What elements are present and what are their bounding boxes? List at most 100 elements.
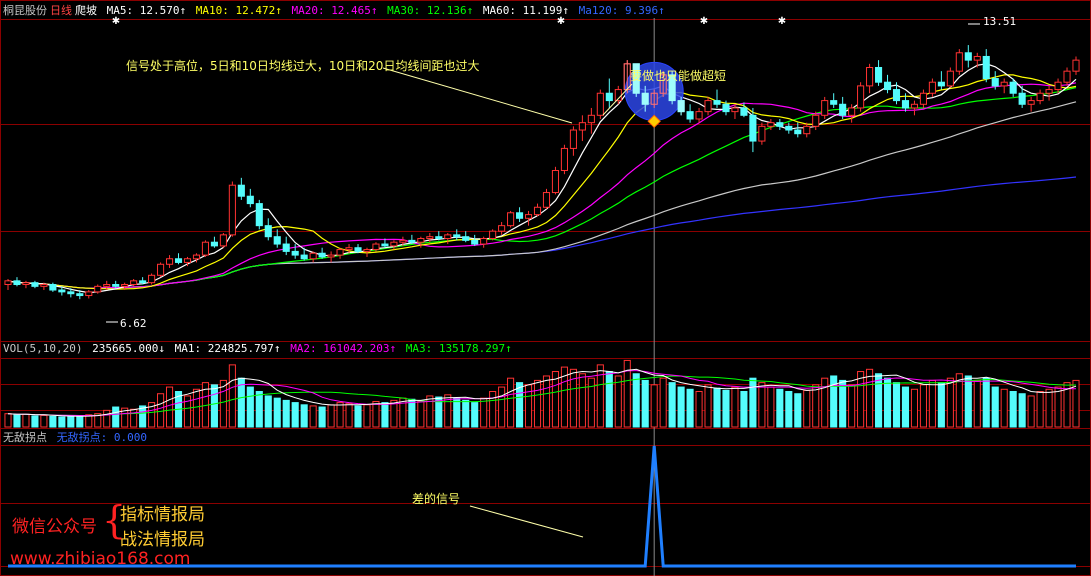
ma20-line (7, 82, 1077, 289)
volume-bar (650, 384, 658, 428)
annotation-leader-line (469, 505, 584, 538)
candle-body (183, 258, 192, 263)
candle-body (857, 85, 865, 109)
volume-bar (883, 377, 892, 428)
candle-body (524, 214, 533, 219)
volume-bar (749, 377, 757, 428)
volume-bar (480, 397, 488, 428)
candle-body (49, 284, 57, 291)
candle-body (776, 122, 784, 127)
volume-bar (103, 409, 111, 428)
volume-bar (946, 377, 954, 428)
volume-bar (345, 403, 353, 428)
candle-body (641, 92, 649, 105)
candle-body (533, 206, 542, 216)
watermark-url[interactable]: www.zhibiao168.com (10, 549, 190, 569)
period-label[interactable]: 日线 (50, 4, 72, 17)
volume-bar (76, 416, 84, 428)
volume-bar (309, 405, 317, 428)
stock-chart[interactable]: ✱ ✱ ✱ ✱ (0, 0, 1091, 576)
watermark-wechat-label: 微信公众号 (12, 517, 97, 537)
volume-bar (336, 402, 344, 428)
candle-body (399, 239, 407, 243)
candle-body (489, 230, 497, 240)
candle-body (695, 111, 703, 120)
candle-body (22, 282, 30, 286)
volume-bar (246, 386, 254, 428)
volume-bar (578, 373, 586, 428)
volume-bar (4, 413, 12, 428)
volume-bar (408, 398, 416, 428)
candle-body (883, 81, 892, 91)
volume-bar (426, 395, 434, 428)
volume-bar (542, 375, 551, 428)
volume-bar (192, 388, 201, 428)
candle-body (300, 254, 308, 260)
candle-body (192, 254, 201, 260)
candle-body (94, 285, 102, 293)
ma120-readout: Ma120: 9.396↑ (578, 4, 665, 17)
volume-bar (632, 373, 640, 428)
candle-body (417, 238, 425, 243)
volume-bar (668, 382, 676, 428)
indicator-header: 无敌拐点 无敌拐点: 0.000 (3, 431, 150, 445)
volume-bar (1045, 388, 1053, 428)
volume-bar (1054, 386, 1062, 428)
candle-body (758, 125, 766, 142)
candle-body (964, 52, 972, 61)
candle-body (866, 66, 874, 87)
volume-bar (31, 415, 39, 428)
volume-bar (686, 388, 694, 428)
volume-bar (937, 382, 945, 428)
volume-bar (489, 391, 497, 428)
volume-bar (677, 386, 685, 428)
volume-bar (372, 400, 380, 428)
volume-bar (713, 387, 721, 428)
volume-bar (1036, 391, 1044, 428)
candle-body (605, 92, 613, 102)
candle-body (67, 291, 75, 295)
candle-body (901, 100, 910, 109)
candle-body (121, 284, 129, 287)
candle-body (139, 280, 147, 284)
candle-body (991, 78, 999, 87)
candle-body (1045, 89, 1053, 94)
volume-bar (964, 375, 972, 428)
candle-body (76, 293, 84, 297)
candle-body (1072, 59, 1080, 72)
volume-bar (839, 379, 847, 428)
volume-bar (722, 389, 730, 428)
volume-bar (507, 377, 515, 428)
candle-body (516, 212, 524, 219)
candle-body (928, 81, 936, 94)
candle-body (946, 70, 954, 87)
candle-body (408, 239, 416, 243)
candle-body (453, 234, 461, 238)
ma30-readout: MA30: 12.136↑ (387, 4, 474, 17)
volume-bar (794, 393, 802, 428)
volume-header: VOL(5,10,20) 235665.000↓ MA1: 224825.797… (3, 342, 515, 356)
candle-body (498, 225, 506, 232)
candle-body (713, 100, 721, 105)
candle-body (291, 250, 299, 256)
candle-body (1009, 81, 1017, 94)
volume-bar (1018, 393, 1026, 428)
star-marker-icon: ✱ (700, 16, 708, 27)
candle-body (955, 52, 963, 72)
candle-body (704, 100, 712, 113)
volume-bar (417, 400, 425, 428)
watermark-line2: 战法情报局 (120, 530, 205, 550)
candle-body (165, 258, 174, 265)
volume-bar (533, 379, 542, 428)
candle-body (686, 111, 694, 120)
annotation-leader-line (382, 67, 573, 124)
candle-body (13, 280, 21, 286)
volume-bar (264, 395, 272, 428)
volume-bar (462, 399, 470, 428)
candle-body (237, 184, 245, 197)
indicator-label: 无敌拐点 (3, 431, 47, 444)
annotation-top-left: 信号处于高位，5日和10日均线过大，10日和20日均线间距也过大 (126, 59, 480, 73)
candle-body (381, 243, 389, 247)
candle-body (372, 243, 380, 251)
vol-ma1: MA1: 224825.797↑ (174, 342, 281, 355)
